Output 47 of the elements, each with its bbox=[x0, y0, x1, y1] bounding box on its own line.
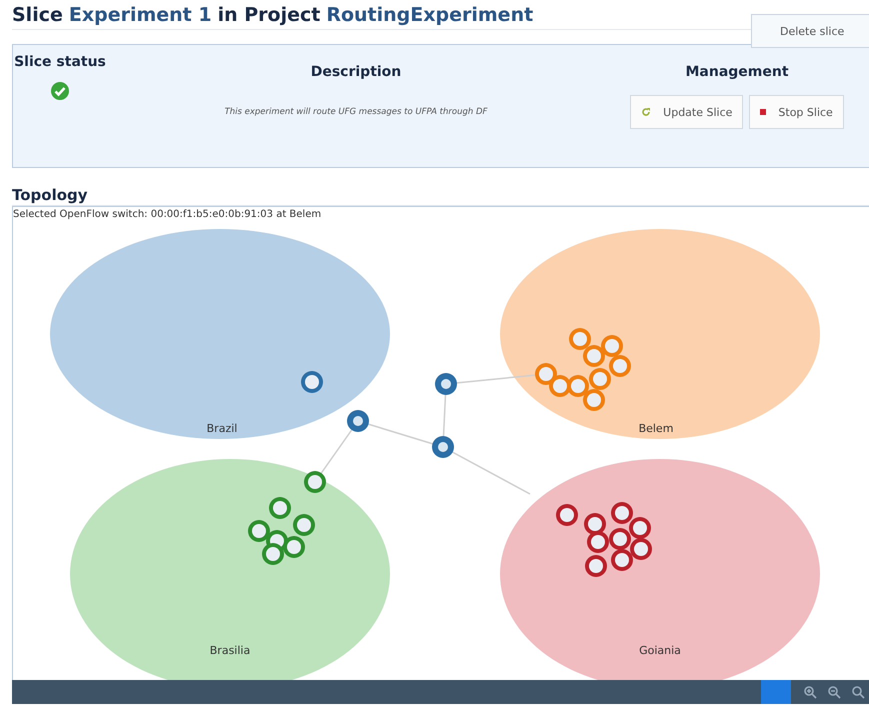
delete-slice-button[interactable]: Delete slice bbox=[751, 14, 869, 48]
switch-node[interactable] bbox=[609, 528, 631, 550]
topology-heading: Topology bbox=[12, 186, 869, 206]
switch-node[interactable] bbox=[601, 335, 623, 357]
switch-node[interactable] bbox=[301, 371, 323, 393]
page-title-label: in Project bbox=[218, 4, 320, 26]
region-label: Belem bbox=[638, 422, 674, 435]
switch-node[interactable] bbox=[569, 328, 591, 350]
switch-node[interactable] bbox=[347, 410, 369, 432]
search-icon[interactable] bbox=[851, 685, 865, 699]
slice-description: This experiment will route UFG messages to UFPA through DF bbox=[224, 107, 488, 117]
switch-node[interactable] bbox=[556, 504, 578, 526]
switch-node[interactable] bbox=[585, 555, 607, 577]
switch-node[interactable] bbox=[567, 375, 589, 397]
project-name: RoutingExperiment bbox=[326, 4, 534, 26]
column-header: Description bbox=[310, 63, 402, 81]
switch-node[interactable] bbox=[587, 531, 609, 553]
stop-icon bbox=[760, 109, 766, 115]
switch-node[interactable] bbox=[589, 368, 611, 390]
switch-node[interactable] bbox=[283, 536, 305, 558]
slice-name: Experiment 1 bbox=[68, 4, 212, 26]
switch-node[interactable] bbox=[435, 373, 457, 395]
switch-node[interactable] bbox=[630, 538, 652, 560]
zoom-in-icon[interactable] bbox=[803, 685, 817, 699]
switch-node[interactable] bbox=[609, 355, 631, 377]
switch-node[interactable] bbox=[583, 389, 605, 411]
switch-node[interactable] bbox=[432, 436, 454, 458]
switch-node[interactable] bbox=[248, 520, 270, 542]
switch-node[interactable] bbox=[304, 471, 326, 493]
column-header: Management bbox=[685, 63, 789, 81]
switch-node[interactable] bbox=[611, 502, 633, 524]
switch-node[interactable] bbox=[262, 543, 284, 565]
update-slice-button[interactable]: Update Slice bbox=[630, 95, 744, 129]
stop-slice-button[interactable]: Stop Slice bbox=[749, 95, 844, 129]
selected-switch-status: Selected OpenFlow switch: 00:00:f1:b5:e0:0b:91:03 at Belem bbox=[13, 209, 322, 220]
page-title-label: Slice bbox=[12, 4, 63, 26]
switch-node[interactable] bbox=[611, 549, 633, 571]
switch-node[interactable] bbox=[629, 517, 651, 539]
switch-node[interactable] bbox=[269, 497, 291, 519]
refresh-icon bbox=[641, 107, 652, 117]
region-label: Goiania bbox=[639, 644, 681, 657]
switch-node[interactable] bbox=[583, 345, 605, 367]
switch-node[interactable] bbox=[293, 514, 315, 536]
column-header: Slice status bbox=[14, 53, 106, 71]
region-label: Brazil bbox=[206, 422, 238, 435]
region-label: Brasilia bbox=[210, 644, 250, 657]
zoom-out-icon[interactable] bbox=[827, 685, 841, 699]
